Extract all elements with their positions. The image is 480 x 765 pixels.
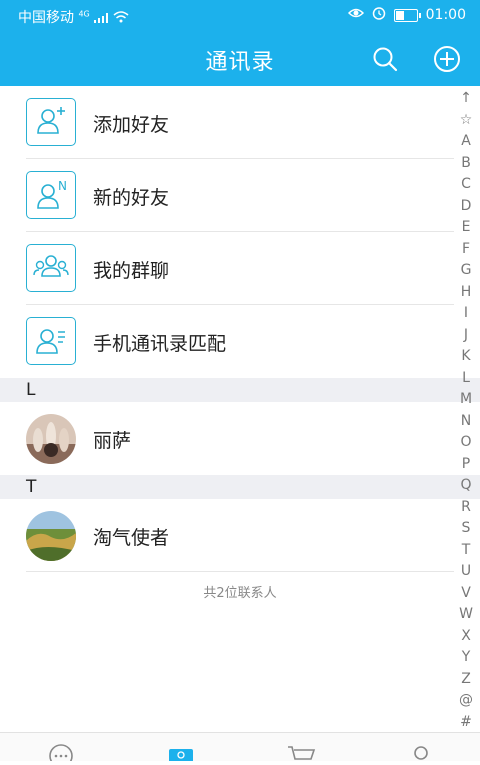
group-chat-icon bbox=[26, 244, 76, 292]
index-letter[interactable]: W bbox=[459, 604, 473, 626]
wifi-icon bbox=[113, 11, 129, 23]
index-letter[interactable]: ↑ bbox=[460, 88, 472, 110]
index-letter[interactable]: Q bbox=[460, 475, 471, 497]
title-bar: 通讯录 bbox=[0, 32, 480, 86]
index-letter[interactable]: T bbox=[462, 540, 471, 562]
bottom-tab-bar bbox=[0, 732, 480, 765]
index-letter[interactable]: L bbox=[462, 368, 470, 390]
contact-name: 丽萨 bbox=[93, 430, 132, 452]
group-chat-row[interactable]: 我的群聊 bbox=[0, 232, 480, 305]
section-header-t: T bbox=[0, 475, 480, 499]
index-letter[interactable]: J bbox=[464, 325, 468, 347]
index-letter[interactable]: S bbox=[462, 518, 471, 540]
alphabet-index[interactable]: ↑ ☆ A B C D E F G H I J K L M N O P Q R S T U V W X Y Z @ # bbox=[458, 88, 474, 733]
new-friend-label: 新的好友 bbox=[93, 187, 170, 209]
contacts-list: 添加好友 N 新的好友 我的群聊 手机通讯录匹配 L 丽萨 T 淘气使者 共2位… bbox=[0, 86, 480, 601]
index-letter[interactable]: ☆ bbox=[460, 110, 473, 132]
group-chat-label: 我的群聊 bbox=[93, 260, 170, 282]
index-letter[interactable]: # bbox=[460, 712, 472, 734]
phone-contacts-icon bbox=[26, 317, 76, 365]
contact-row[interactable]: 丽萨 bbox=[0, 402, 480, 475]
index-letter[interactable]: B bbox=[461, 153, 471, 175]
phone-contacts-row[interactable]: 手机通讯录匹配 bbox=[0, 305, 480, 378]
battery-icon bbox=[393, 8, 421, 22]
add-friend-icon bbox=[26, 98, 76, 146]
index-letter[interactable]: V bbox=[461, 583, 471, 605]
search-icon[interactable] bbox=[370, 44, 400, 74]
contact-count: 共2位联系人 bbox=[203, 586, 277, 601]
index-letter[interactable]: U bbox=[461, 561, 471, 583]
alarm-icon bbox=[372, 6, 386, 24]
new-friend-icon: N bbox=[26, 171, 76, 219]
clock-time: 01:00 bbox=[425, 7, 466, 23]
signal-icon bbox=[94, 11, 109, 23]
chat-icon[interactable] bbox=[46, 743, 76, 765]
index-letter[interactable]: A bbox=[461, 131, 471, 153]
index-letter[interactable]: Z bbox=[461, 669, 471, 691]
add-friend-row[interactable]: 添加好友 bbox=[0, 86, 480, 159]
page-title: 通讯录 bbox=[205, 50, 275, 75]
network-type: 4G bbox=[78, 9, 90, 19]
add-friend-label: 添加好友 bbox=[93, 114, 170, 136]
index-letter[interactable]: P bbox=[462, 454, 470, 476]
index-letter[interactable]: K bbox=[461, 346, 470, 368]
profile-icon[interactable] bbox=[406, 743, 436, 761]
eye-icon bbox=[347, 7, 364, 23]
divider bbox=[26, 571, 454, 572]
section-header-l: L bbox=[0, 378, 480, 402]
status-right: 01:00 bbox=[347, 6, 466, 24]
index-letter[interactable]: Y bbox=[462, 647, 471, 669]
contact-row[interactable]: 淘气使者 bbox=[0, 499, 480, 572]
index-letter[interactable]: H bbox=[461, 282, 472, 304]
shop-cart-icon[interactable] bbox=[286, 743, 316, 761]
svg-text:N: N bbox=[58, 179, 67, 193]
carrier-label: 中国移动 4G bbox=[18, 7, 129, 27]
avatar bbox=[26, 511, 76, 561]
new-friend-row[interactable]: N 新的好友 bbox=[0, 159, 480, 232]
contacts-icon[interactable] bbox=[166, 743, 196, 763]
index-letter[interactable]: R bbox=[461, 497, 471, 519]
index-letter[interactable]: O bbox=[460, 432, 471, 454]
index-letter[interactable]: C bbox=[461, 174, 471, 196]
index-letter[interactable]: @ bbox=[459, 690, 473, 712]
contact-name: 淘气使者 bbox=[93, 527, 170, 549]
index-letter[interactable]: N bbox=[461, 411, 471, 433]
index-letter[interactable]: E bbox=[462, 217, 471, 239]
plus-circle-icon[interactable] bbox=[432, 44, 462, 74]
status-bar: 中国移动 4G 01:00 bbox=[0, 0, 480, 32]
index-letter[interactable]: F bbox=[462, 239, 470, 261]
index-letter[interactable]: D bbox=[461, 196, 472, 218]
avatar bbox=[26, 414, 76, 464]
phone-contacts-label: 手机通讯录匹配 bbox=[93, 333, 227, 355]
index-letter[interactable]: I bbox=[464, 303, 468, 325]
index-letter[interactable]: X bbox=[461, 626, 471, 648]
index-letter[interactable]: G bbox=[461, 260, 472, 282]
index-letter[interactable]: M bbox=[460, 389, 472, 411]
